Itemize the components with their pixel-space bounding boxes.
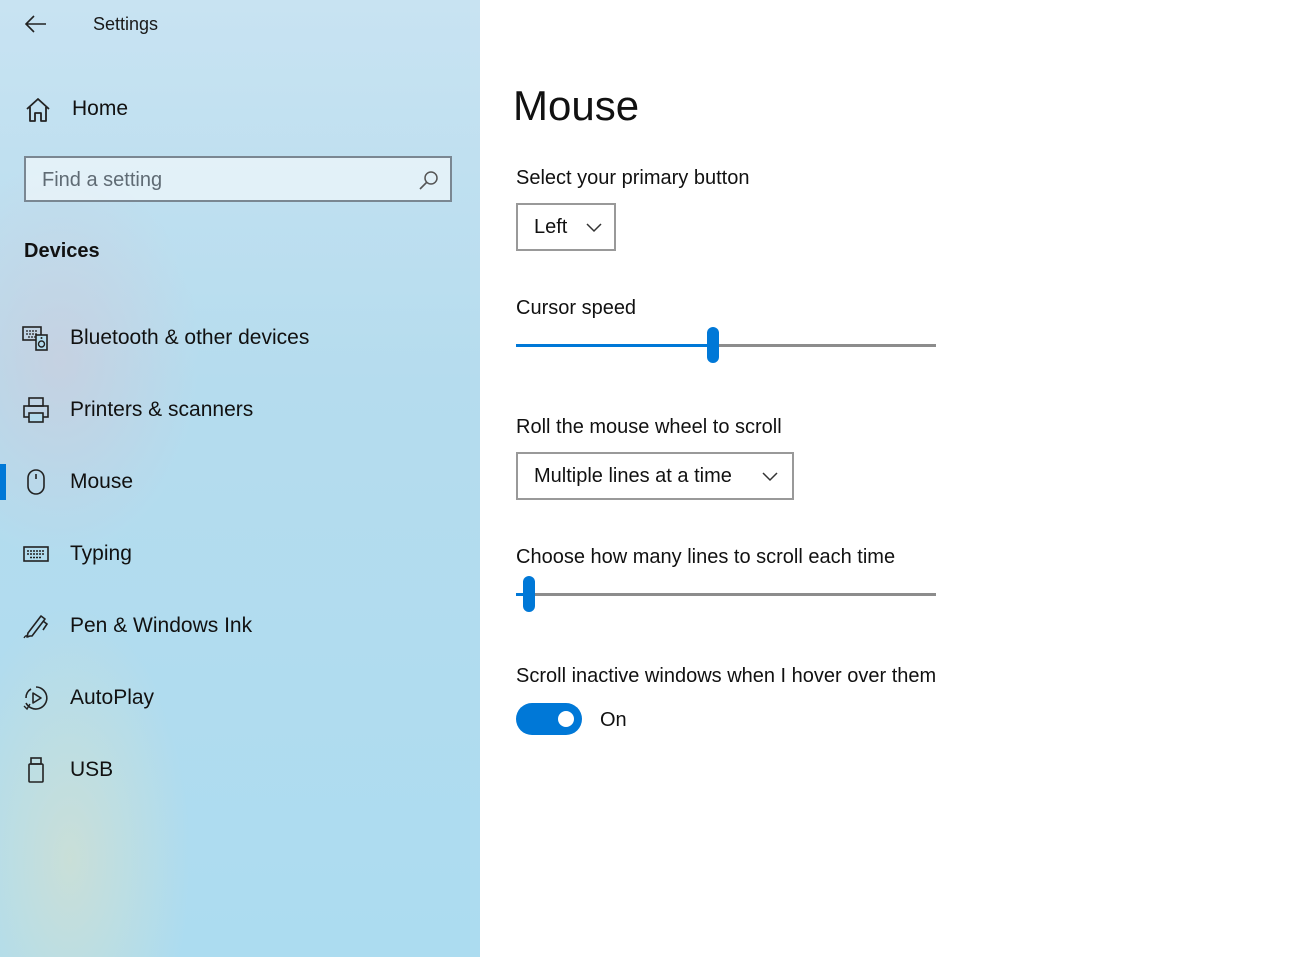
- keyboard-icon: [23, 546, 49, 562]
- lines-to-scroll-label: Choose how many lines to scroll each tim…: [516, 546, 896, 568]
- bluetooth-devices-icon: [22, 326, 48, 351]
- usb-icon: [28, 757, 44, 783]
- main-content: Mouse Select your primary button Left Cu…: [480, 0, 1312, 957]
- chevron-down-icon: [762, 472, 778, 482]
- sidebar-item-label: Typing: [70, 542, 132, 565]
- mouse-icon: [27, 469, 45, 495]
- sidebar-item-usb[interactable]: USB: [0, 734, 480, 806]
- home-nav-item[interactable]: Home: [0, 86, 480, 134]
- sidebar: Settings Home Devices Bluetooth & other …: [0, 0, 480, 957]
- wheel-scroll-dropdown[interactable]: Multiple lines at a time: [516, 452, 794, 500]
- cursor-speed-slider[interactable]: [516, 326, 936, 366]
- app-title: Settings: [93, 14, 159, 34]
- sidebar-item-mouse[interactable]: Mouse: [0, 446, 480, 518]
- sidebar-item-label: Printers & scanners: [70, 398, 254, 421]
- slider-thumb[interactable]: [707, 327, 719, 363]
- toggle-knob: [558, 711, 574, 727]
- sidebar-item-label: AutoPlay: [70, 686, 155, 709]
- search-input[interactable]: [26, 158, 424, 202]
- sidebar-item-typing[interactable]: Typing: [0, 518, 480, 590]
- wheel-scroll-label: Roll the mouse wheel to scroll: [516, 416, 782, 438]
- sidebar-item-label: Mouse: [70, 470, 134, 493]
- home-icon: [26, 98, 50, 122]
- section-title: Devices: [24, 240, 100, 262]
- back-button[interactable]: [18, 8, 54, 40]
- pen-icon: [23, 615, 49, 639]
- page-title: Mouse: [513, 82, 640, 129]
- primary-button-label: Select your primary button: [516, 167, 750, 189]
- scroll-inactive-toggle[interactable]: [516, 703, 582, 735]
- sidebar-item-autoplay[interactable]: AutoPlay: [0, 662, 480, 734]
- slider-track: [516, 593, 936, 596]
- title-bar: Settings: [0, 0, 480, 50]
- sidebar-item-bluetooth[interactable]: Bluetooth & other devices: [0, 302, 480, 374]
- sidebar-item-label: Pen & Windows Ink: [70, 614, 253, 637]
- sidebar-nav: Bluetooth & other devices Printers & sca…: [0, 302, 480, 806]
- sidebar-item-pen[interactable]: Pen & Windows Ink: [0, 590, 480, 662]
- sidebar-item-label: USB: [70, 758, 114, 781]
- wheel-scroll-value: Multiple lines at a time: [534, 465, 732, 487]
- chevron-down-icon: [586, 223, 602, 233]
- primary-button-value: Left: [534, 216, 568, 238]
- sidebar-item-printers[interactable]: Printers & scanners: [0, 374, 480, 446]
- toggle-state-label: On: [600, 709, 627, 731]
- slider-fill: [516, 344, 713, 347]
- search-icon[interactable]: [418, 169, 440, 191]
- back-arrow-icon: [25, 15, 46, 33]
- printer-icon: [23, 397, 49, 423]
- home-label: Home: [72, 97, 129, 120]
- sidebar-item-label: Bluetooth & other devices: [70, 326, 310, 349]
- slider-thumb[interactable]: [523, 576, 535, 612]
- primary-button-dropdown[interactable]: Left: [516, 203, 616, 251]
- scroll-inactive-label: Scroll inactive windows when I hover ove…: [516, 665, 937, 687]
- lines-to-scroll-slider[interactable]: [516, 575, 936, 615]
- search-box: [24, 156, 452, 202]
- cursor-speed-label: Cursor speed: [516, 297, 637, 319]
- autoplay-icon: [23, 686, 48, 711]
